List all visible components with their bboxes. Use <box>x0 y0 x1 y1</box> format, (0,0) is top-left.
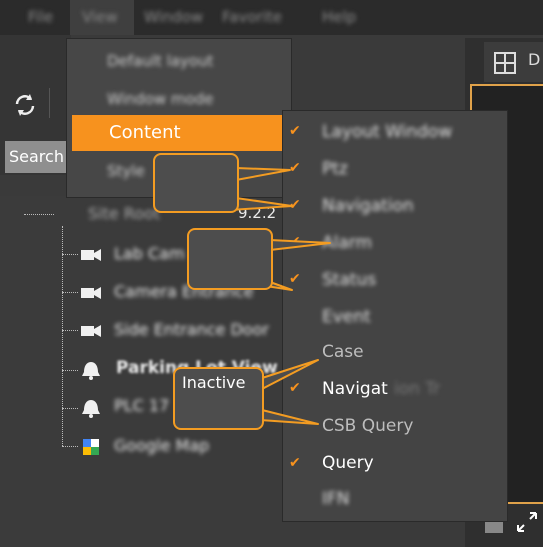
menu-item-default-layout[interactable]: Default layout <box>67 47 291 75</box>
checkmark-icon: ✔ <box>289 234 301 250</box>
tree-connector <box>62 408 78 409</box>
submenu-item[interactable]: Ptz <box>322 159 348 179</box>
callout-box <box>153 153 239 213</box>
checkmark-icon: ✔ <box>289 271 301 287</box>
menu-item-window-mode[interactable]: Window mode <box>67 85 291 113</box>
content-submenu <box>282 110 508 522</box>
camera-icon <box>81 249 101 261</box>
camera-icon <box>81 287 101 299</box>
submenu-item[interactable]: Layout Window <box>322 122 452 142</box>
menu-item-content[interactable]: Content <box>72 115 294 151</box>
callout-inactive-label: Inactive <box>182 373 246 392</box>
toolbar-separator <box>49 88 50 118</box>
tree-connector <box>62 330 78 331</box>
tree-item[interactable]: PLC 17 <box>114 396 169 415</box>
tree-connector <box>24 214 54 215</box>
submenu-item[interactable]: Navigation <box>322 196 414 216</box>
alarm-bell-icon <box>82 362 100 380</box>
tree-connector <box>62 254 78 255</box>
menubar: File View Window Favorite Help <box>0 0 543 35</box>
submenu-item[interactable]: IFN <box>322 489 350 509</box>
menu-file[interactable]: File <box>28 8 53 26</box>
tree-root-label[interactable]: Site Root <box>88 204 160 223</box>
submenu-item-overlay: ion Tr <box>394 379 441 399</box>
menu-view[interactable]: View <box>82 8 118 26</box>
checkmark-icon: ✔ <box>289 380 301 396</box>
checkmark-icon: ✔ <box>289 123 301 139</box>
submenu-item-case[interactable]: Case <box>322 342 364 362</box>
submenu-item-navigat[interactable]: Navigat <box>322 379 388 399</box>
grid-icon <box>494 52 516 74</box>
alarm-bell-icon <box>82 400 100 418</box>
submenu-item[interactable]: Status <box>322 270 376 290</box>
menu-help[interactable]: Help <box>322 8 356 26</box>
tree-connector <box>62 370 78 371</box>
callout-box <box>187 228 273 290</box>
refresh-icon[interactable] <box>12 92 38 118</box>
map-icon <box>83 439 99 455</box>
submenu-item[interactable]: Alarm <box>322 233 372 253</box>
tree-connector <box>62 226 63 446</box>
checkmark-icon: ✔ <box>289 160 301 176</box>
submenu-item-csb-query[interactable]: CSB Query <box>322 416 413 436</box>
checkmark-icon: ✔ <box>289 455 301 471</box>
expand-icon[interactable] <box>515 510 539 534</box>
tree-item[interactable]: Side Entrance Door <box>114 320 269 339</box>
search-button[interactable]: Search <box>5 141 67 173</box>
right-tab-label: D <box>528 50 541 69</box>
camera-icon <box>81 325 101 337</box>
menu-favorite[interactable]: Favorite <box>222 8 282 26</box>
submenu-item[interactable]: Event <box>322 307 371 327</box>
tree-connector <box>62 446 78 447</box>
tree-connector <box>62 292 78 293</box>
tree-item[interactable]: Google Map <box>114 436 209 455</box>
tree-root-suffix: 9.2.2 <box>238 204 277 222</box>
checkmark-icon: ✔ <box>289 197 301 213</box>
menu-window[interactable]: Window <box>144 8 203 26</box>
submenu-item-query[interactable]: Query <box>322 453 374 473</box>
